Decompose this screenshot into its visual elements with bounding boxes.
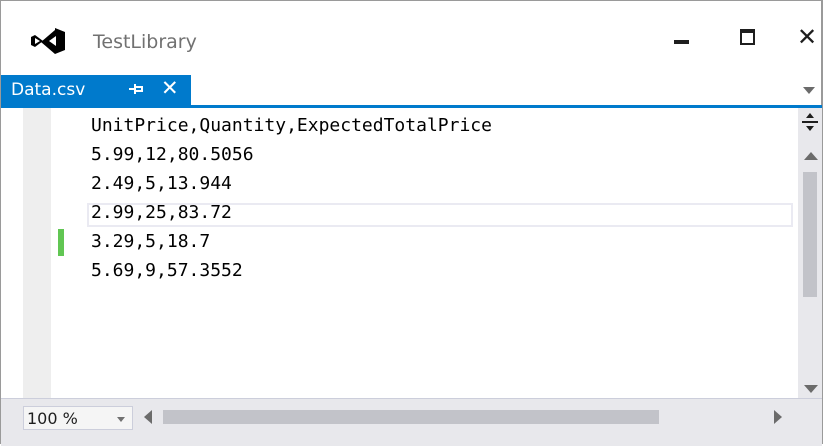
- tab-list-dropdown-icon[interactable]: [803, 87, 815, 94]
- scroll-left-icon[interactable]: [144, 410, 152, 424]
- code-line[interactable]: 5.69,9,57.3552: [91, 256, 243, 285]
- tab-close-icon[interactable]: ✕: [161, 76, 179, 100]
- scroll-up-icon[interactable]: [804, 152, 818, 160]
- horizontal-scroll-thumb[interactable]: [163, 410, 659, 424]
- close-window-button[interactable]: ✕: [793, 23, 821, 57]
- code-line[interactable]: UnitPrice,Quantity,ExpectedTotalPrice: [91, 111, 492, 140]
- code-line[interactable]: 5.99,12,80.5056: [91, 140, 254, 169]
- title-bar[interactable]: TestLibrary ✕: [1, 1, 821, 75]
- change-marker: [58, 229, 64, 256]
- tab-strip: Data.csv ✕: [1, 75, 822, 108]
- scroll-down-icon[interactable]: [804, 385, 818, 393]
- window-title: TestLibrary: [93, 31, 197, 53]
- scroll-right-icon[interactable]: [774, 410, 782, 424]
- maximize-button[interactable]: [732, 23, 766, 57]
- code-line[interactable]: 2.49,5,13.944: [91, 169, 232, 198]
- code-line[interactable]: 3.29,5,18.7: [91, 227, 210, 256]
- split-window-icon[interactable]: [801, 113, 819, 131]
- code-editor[interactable]: UnitPrice,Quantity,ExpectedTotalPrice 5.…: [1, 108, 798, 398]
- minimize-button[interactable]: [666, 23, 700, 57]
- tab-data-csv[interactable]: Data.csv ✕: [1, 75, 191, 106]
- visual-studio-logo-icon: [31, 28, 65, 54]
- zoom-level: 100 %: [27, 409, 78, 428]
- vertical-scroll-thumb[interactable]: [803, 172, 817, 297]
- maximize-icon: [740, 29, 755, 45]
- close-icon: ✕: [797, 23, 818, 51]
- editor-bottom-bar: 100 %: [1, 398, 822, 446]
- code-line[interactable]: 2.99,25,83.72: [91, 198, 232, 227]
- vertical-scrollbar[interactable]: [798, 108, 822, 398]
- zoom-dropdown[interactable]: 100 %: [23, 406, 133, 430]
- tab-label: Data.csv: [11, 80, 86, 100]
- editor-margin: [23, 108, 51, 398]
- editor-window: TestLibrary ✕ Data.csv ✕ UnitPrice,Quant…: [0, 0, 823, 446]
- chevron-down-icon: [117, 417, 125, 422]
- pin-icon[interactable]: [129, 81, 145, 97]
- minimize-icon: [674, 40, 689, 44]
